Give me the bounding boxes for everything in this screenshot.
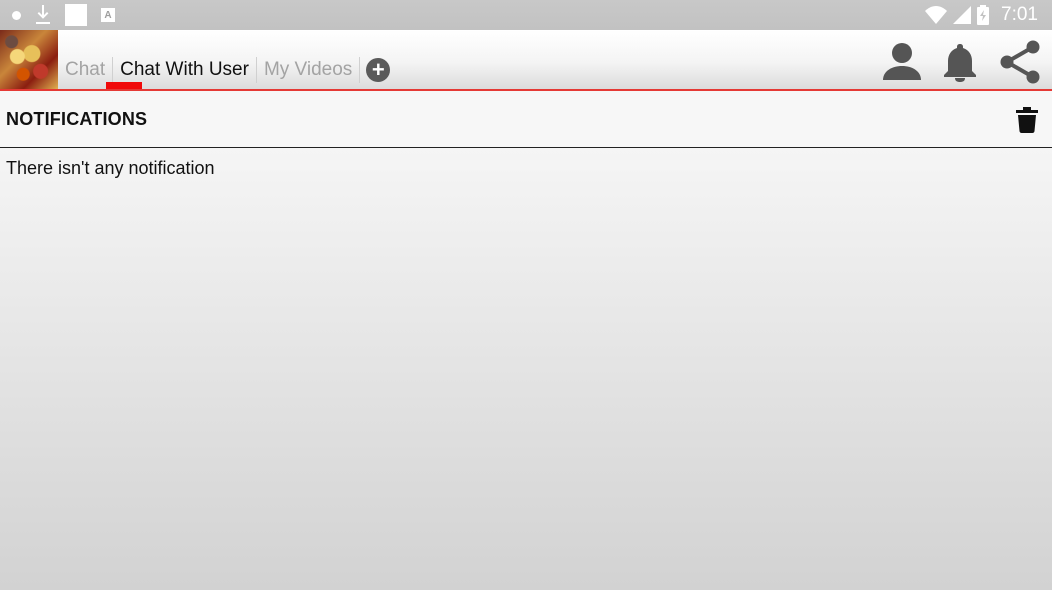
bell-icon <box>944 44 976 82</box>
a-icon: A <box>101 8 115 22</box>
share-icon <box>1000 40 1040 84</box>
wifi-icon <box>925 6 948 24</box>
tab-divider <box>359 57 361 83</box>
app-bar: Chat Chat With User My Videos + <box>0 30 1052 89</box>
signal-icon <box>953 6 972 24</box>
profile-button[interactable] <box>880 40 924 84</box>
status-time: 7:01 <box>1001 4 1038 25</box>
download-icon <box>36 5 50 24</box>
tab-divider <box>112 57 114 83</box>
status-bar: A 7:01 <box>0 0 1052 30</box>
empty-notifications-message: There isn't any notification <box>6 158 215 178</box>
profile-icon <box>883 43 921 80</box>
notifications-button[interactable] <box>938 40 982 84</box>
app-square-icon <box>65 4 87 26</box>
status-right: 7:01 <box>925 4 1038 26</box>
share-button[interactable] <box>998 40 1042 84</box>
active-tab-indicator <box>106 82 142 89</box>
battery-icon <box>977 5 990 25</box>
tab-bar: Chat Chat With User My Videos + <box>62 56 391 84</box>
app-logo[interactable] <box>0 30 58 89</box>
tab-chat-with-user[interactable]: Chat With User <box>117 56 252 84</box>
tab-my-videos[interactable]: My Videos <box>261 56 355 84</box>
add-circle-icon[interactable]: + <box>366 58 391 82</box>
trash-icon[interactable] <box>1016 107 1038 133</box>
notifications-header: NOTIFICATIONS <box>0 91 1052 148</box>
notifications-title: NOTIFICATIONS <box>6 109 148 129</box>
notification-dot-icon <box>12 10 21 20</box>
status-left: A <box>12 4 115 26</box>
tab-chat[interactable]: Chat <box>62 56 108 84</box>
tab-divider <box>255 57 257 83</box>
